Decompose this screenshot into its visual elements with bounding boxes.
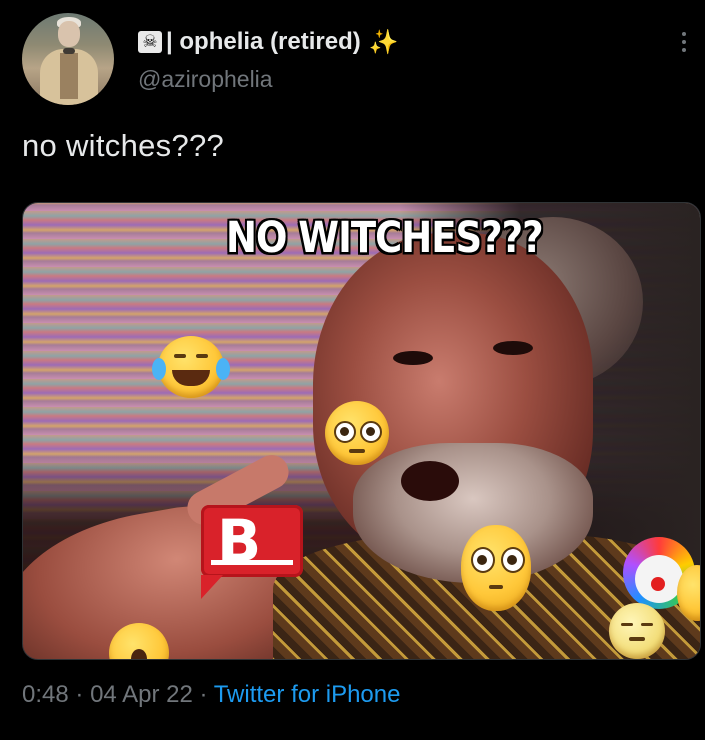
tweet: ☠ | ophelia (retired) ✨ @azirophelia no … bbox=[0, 0, 705, 740]
tweet-source-link[interactable]: Twitter for iPhone bbox=[214, 681, 401, 708]
skull-and-crossbones-icon: ☠ bbox=[138, 31, 162, 53]
tweet-date[interactable]: 04 Apr 22 bbox=[90, 681, 193, 708]
tears-of-joy-emoji bbox=[152, 336, 230, 398]
tweet-text: no witches??? bbox=[22, 128, 225, 163]
meta-separator: · bbox=[75, 681, 84, 708]
pleading-face-emoji bbox=[609, 603, 665, 659]
sparkles-icon: ✨ bbox=[368, 28, 399, 56]
user-handle[interactable]: @azirophelia bbox=[138, 66, 273, 93]
meta-separator: · bbox=[199, 681, 208, 708]
flushed-face-emoji bbox=[325, 401, 389, 465]
flushed-face-emoji bbox=[461, 525, 531, 611]
more-options-icon[interactable] bbox=[672, 24, 696, 60]
tweet-meta: 0:48 · 04 Apr 22 · Twitter for iPhone bbox=[22, 681, 400, 709]
display-name[interactable]: | ophelia (retired) bbox=[166, 28, 361, 56]
tweet-time[interactable]: 0:48 bbox=[22, 681, 69, 708]
display-name-row[interactable]: ☠ | ophelia (retired) ✨ bbox=[138, 26, 399, 58]
meme-caption: NO WITCHES??? bbox=[226, 213, 544, 263]
tweet-media-image[interactable]: NO WITCHES??? B bbox=[22, 202, 701, 660]
b-logo-sticker: B bbox=[201, 505, 303, 599]
avatar[interactable] bbox=[22, 13, 114, 105]
